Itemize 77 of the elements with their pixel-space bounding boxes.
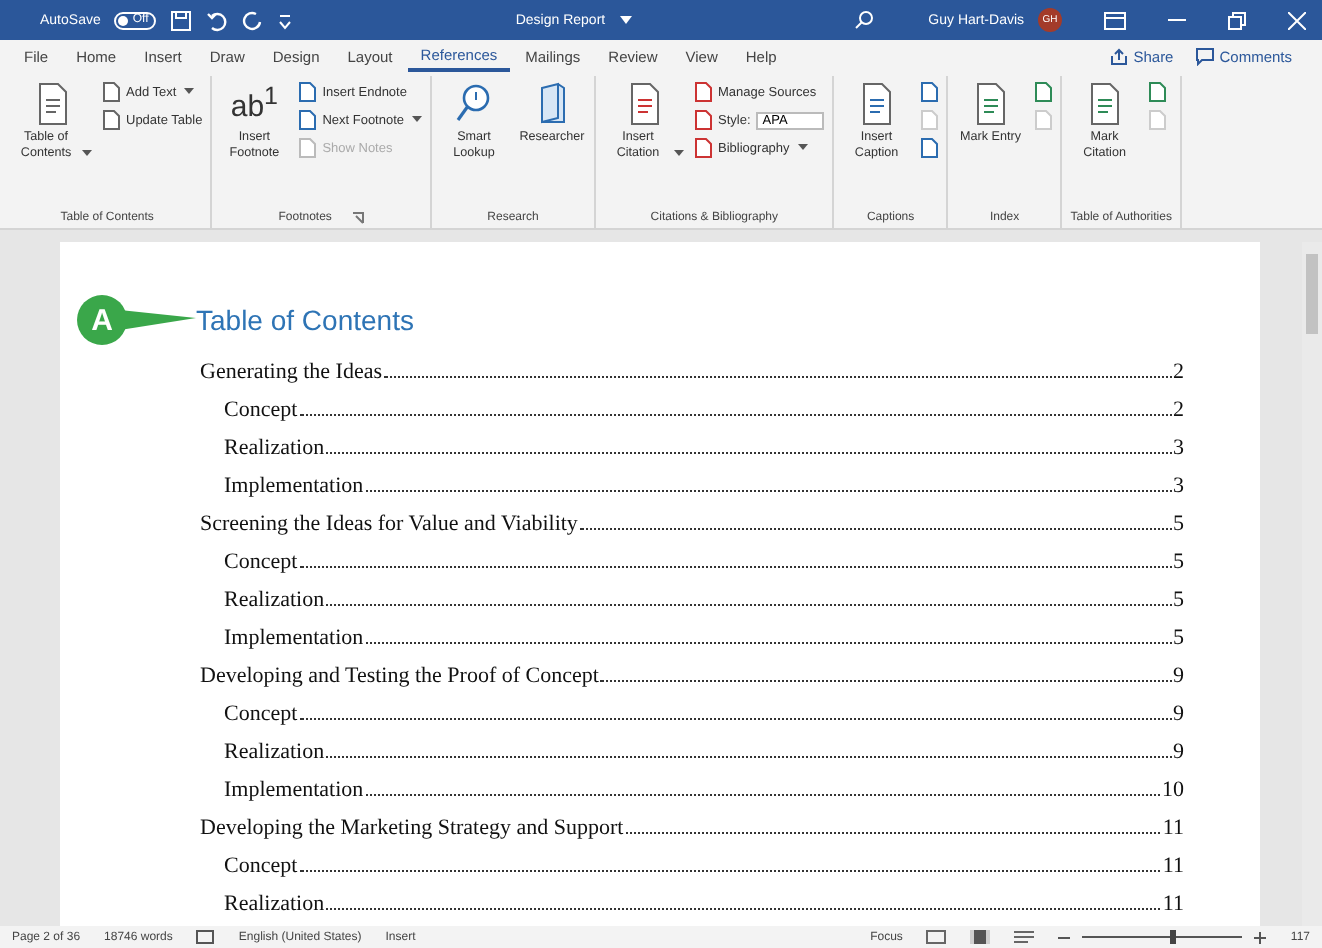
- page-number: 3: [1173, 474, 1184, 498]
- page-number: 9: [1173, 664, 1184, 688]
- toc-entry[interactable]: Generating the Ideas 2: [76, 346, 1184, 384]
- toc-entry-title: Realization: [224, 740, 325, 764]
- minimize-icon[interactable]: [1168, 18, 1187, 22]
- toc-entry-title: Generating the Ideas: [200, 360, 383, 384]
- page-number: 5: [1173, 626, 1184, 650]
- zoom-in-icon[interactable]: [1254, 931, 1267, 943]
- save-icon[interactable]: [170, 9, 193, 31]
- toc-entry[interactable]: Implementation 3: [76, 460, 1184, 498]
- toc-entry-title: Implementation: [224, 778, 364, 802]
- toc-entry-title: Screening the Ideas for Value and Viability: [200, 512, 578, 536]
- toc-entry-title: Concept: [224, 550, 298, 574]
- page-number: 9: [1173, 702, 1184, 726]
- toc-entry[interactable]: Developing and Testing the Proof of Concept 9: [76, 650, 1184, 688]
- page-number: 10: [1162, 778, 1184, 802]
- toc-entry[interactable]: Realization 9: [76, 726, 1184, 764]
- page-number: 3: [1173, 436, 1184, 460]
- toc-entry[interactable]: Concept 11: [76, 840, 1184, 878]
- zoom-slider-thumb[interactable]: [1170, 930, 1177, 944]
- toc-entry-title: Implementation: [224, 626, 364, 650]
- toc-entry[interactable]: Implementation 10: [76, 764, 1184, 802]
- print-layout-icon[interactable]: [970, 930, 991, 944]
- toc-entry-title: Concept: [224, 398, 298, 422]
- share-icon[interactable]: [1109, 47, 1128, 65]
- search-icon[interactable]: [854, 10, 875, 30]
- dialog-launcher-icon[interactable]: [351, 211, 364, 223]
- toc-entry-title: Realization: [224, 436, 325, 460]
- caret-icon[interactable]: [184, 87, 195, 93]
- toc-entry-title: Developing the Marketing Strategy and Support: [200, 816, 624, 840]
- caret-icon[interactable]: [797, 143, 808, 149]
- document-icon[interactable]: [1148, 82, 1167, 102]
- document-icon[interactable]: [920, 82, 939, 102]
- customize-icon[interactable]: [278, 11, 293, 29]
- toc-entry[interactable]: Concept 2: [76, 384, 1184, 422]
- caret-icon[interactable]: [619, 16, 632, 24]
- toc-entry-title: Implementation: [224, 474, 364, 498]
- toc-entry[interactable]: Realization 3: [76, 422, 1184, 460]
- magnifier-icon[interactable]: [454, 82, 495, 126]
- read-mode-icon[interactable]: [926, 930, 947, 944]
- scrollbar[interactable]: [1302, 242, 1322, 926]
- page-number: 2: [1173, 360, 1184, 384]
- page-number: 2: [1173, 398, 1184, 422]
- page-number: 5: [1173, 550, 1184, 574]
- toc-entry[interactable]: Implementation 5: [76, 612, 1184, 650]
- footnote-icon[interactable]: ab$^{1}$: [230, 82, 278, 130]
- proofing-icon[interactable]: [196, 930, 215, 944]
- toc-entry-title: Concept: [224, 854, 298, 878]
- toc-heading: Table of Contents: [196, 304, 414, 336]
- toc-entry-title: Realization: [224, 588, 325, 612]
- comment-icon[interactable]: [1195, 47, 1214, 65]
- page-number: 5: [1173, 512, 1184, 536]
- undo-icon[interactable]: [206, 9, 229, 31]
- web-layout-icon[interactable]: [1014, 930, 1035, 944]
- toc-entry-title: Developing and Testing the Proof of Concept: [200, 664, 599, 688]
- restore-icon[interactable]: [1228, 11, 1247, 29]
- toc-entry[interactable]: Developing the Marketing Strategy and Support 11: [76, 802, 1184, 840]
- caret-icon[interactable]: [82, 150, 92, 157]
- page-number: 11: [1162, 854, 1184, 878]
- toc-entry-title: Concept: [224, 702, 298, 726]
- page-number: 9: [1173, 740, 1184, 764]
- caret-icon[interactable]: [674, 150, 685, 157]
- document-icon[interactable]: [920, 138, 939, 158]
- page-number: 11: [1162, 892, 1184, 916]
- page-number: 11: [1162, 816, 1184, 840]
- ribbon-display-icon[interactable]: [1104, 11, 1127, 29]
- toc-entry[interactable]: Realization 11: [76, 878, 1184, 916]
- page-number: 5: [1173, 588, 1184, 612]
- toc-entry[interactable]: Realization 5: [76, 574, 1184, 612]
- redo-icon[interactable]: [242, 9, 265, 31]
- toc-entry[interactable]: Screening the Ideas for Value and Viability 5: [76, 498, 1184, 536]
- caret-icon[interactable]: [412, 115, 423, 121]
- close-icon[interactable]: [1288, 11, 1307, 29]
- toc-entry[interactable]: Concept 9: [76, 688, 1184, 726]
- document-icon[interactable]: [1034, 82, 1053, 102]
- toc-entry[interactable]: Concept 5: [76, 536, 1184, 574]
- toc-entry-title: Realization: [224, 892, 325, 916]
